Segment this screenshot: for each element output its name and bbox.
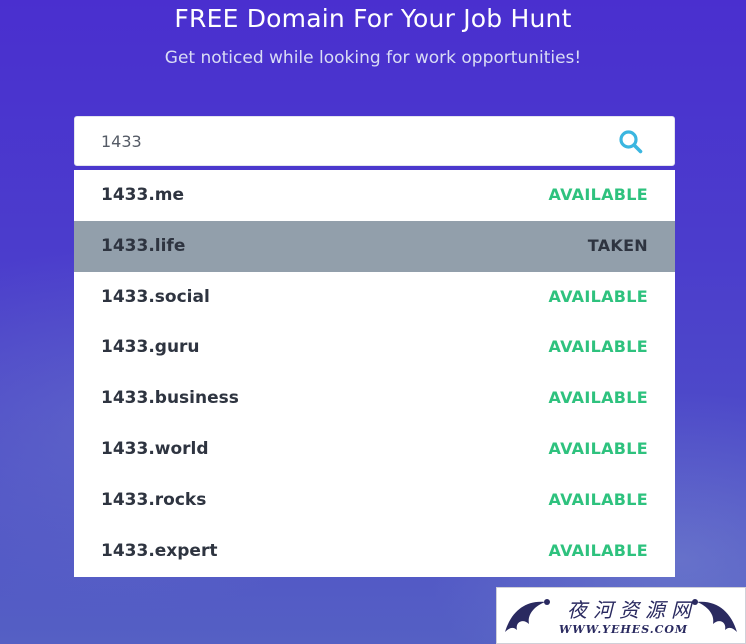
result-row[interactable]: 1433.me AVAILABLE <box>74 170 675 221</box>
result-domain: 1433.life <box>101 235 186 256</box>
watermark-logo: 夜河资源网 WWW.YEHES.COM <box>496 587 746 644</box>
result-domain: 1433.me <box>101 185 185 205</box>
result-status: AVAILABLE <box>548 286 648 306</box>
result-status: TAKEN <box>587 235 648 255</box>
hero-subtitle: Get noticed while looking for work oppor… <box>164 48 582 68</box>
domain-results-list: 1433.me AVAILABLE 1433.life TAKEN 1433.s… <box>74 170 675 577</box>
result-row[interactable]: 1433.rocks AVAILABLE <box>74 475 675 526</box>
result-domain: 1433.rocks <box>101 489 207 510</box>
result-domain: 1433.social <box>101 286 210 307</box>
result-domain: 1433.business <box>101 388 239 409</box>
result-status: AVAILABLE <box>548 388 648 408</box>
result-status: AVAILABLE <box>548 337 648 357</box>
result-domain: 1433.expert <box>101 540 218 561</box>
result-domain: 1433.world <box>101 438 209 459</box>
result-row[interactable]: 1433.expert AVAILABLE <box>74 526 675 577</box>
result-row[interactable]: 1433.business AVAILABLE <box>74 373 675 424</box>
search-button[interactable] <box>618 129 644 155</box>
result-status: AVAILABLE <box>548 438 648 458</box>
ornament-right-icon <box>692 599 737 632</box>
result-status: AVAILABLE <box>548 540 648 560</box>
result-status: AVAILABLE <box>548 185 648 204</box>
result-row[interactable]: 1433.life TAKEN <box>74 220 675 272</box>
search-icon <box>619 130 643 154</box>
ornament-left-icon <box>505 599 550 632</box>
domain-search-input[interactable] <box>101 117 601 165</box>
watermark-url-text: WWW.YEHES.COM <box>559 623 689 636</box>
result-domain: 1433.guru <box>101 337 200 358</box>
result-row[interactable]: 1433.guru AVAILABLE <box>74 322 675 373</box>
result-row[interactable]: 1433.social AVAILABLE <box>74 272 675 323</box>
result-row[interactable]: 1433.world AVAILABLE <box>74 424 675 475</box>
result-status: AVAILABLE <box>548 489 648 509</box>
watermark-chinese-text: 夜河资源网 <box>567 598 697 622</box>
domain-search-box <box>74 116 675 166</box>
hero-title: FREE Domain For Your Job Hunt <box>174 4 572 33</box>
